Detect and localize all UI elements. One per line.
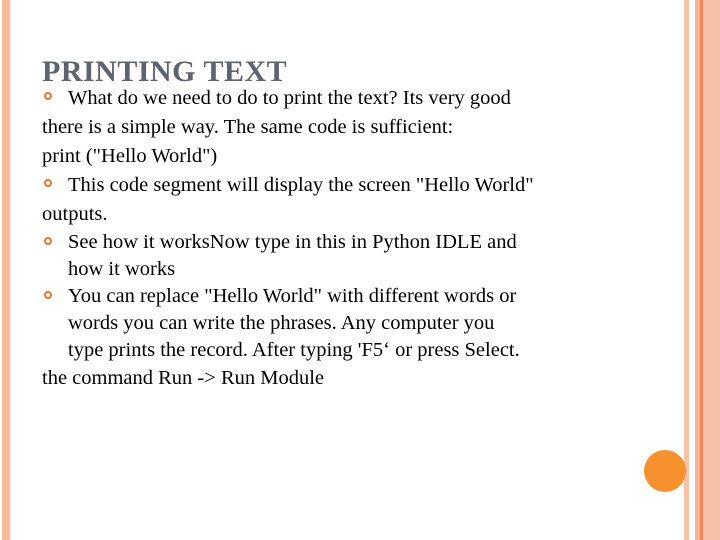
slide-canvas: PRINTING TEXT What do we need to do to p… [0,0,720,540]
right-border-accent-line [700,0,703,540]
bullet-continuation-line: outputs. [42,203,108,225]
left-border-stripe-secondary [10,0,12,540]
bullet-ring-icon [44,291,52,299]
bullet-ring-icon [44,92,52,100]
bullet-ring-icon [44,179,52,187]
bullet-item: This code segment will display the scree… [42,171,682,200]
bullet-continuation-line: type prints the record. After typing 'F5… [68,339,520,361]
bullet-text: What do we need to do to print the text?… [68,87,511,109]
bullet-continuation-line: print ("Hello World") [42,145,218,167]
bullet-continuation-line: there is a simple way. The same code is … [42,116,454,138]
bullet-item: You can replace "Hello World" with diffe… [42,283,682,310]
bullet-block: You can replace "Hello World" with diffe… [42,283,682,393]
bullet-continuation-line: words you can write the phrases. Any com… [68,312,495,334]
bullet-continuation-line: the command Run -> Run Module [42,367,325,389]
bullet-block: This code segment will display the scree… [42,171,682,229]
bullet-text: See how it worksNow type in this in Pyth… [68,231,517,253]
bullet-text: You can replace "Hello World" with diffe… [68,285,517,307]
bullet-item: See how it worksNow type in this in Pyth… [42,229,682,256]
right-border-stripe-1 [684,0,689,540]
decorative-circle [644,450,686,492]
bullet-ring-icon [44,237,52,245]
bullet-continuation-line: how it works [68,258,176,280]
right-border-stripe-2 [689,0,695,540]
slide-body: What do we need to do to print the text?… [42,84,682,393]
left-border-stripe-primary [2,0,10,540]
bullet-block: See how it worksNow type in this in Pyth… [42,229,682,283]
bullet-text: This code segment will display the scree… [68,174,534,196]
bullet-item: What do we need to do to print the text?… [42,84,682,113]
bullet-block: What do we need to do to print the text?… [42,84,682,171]
right-border-stripe-3 [695,0,700,540]
right-border-stripe-4 [703,0,720,540]
